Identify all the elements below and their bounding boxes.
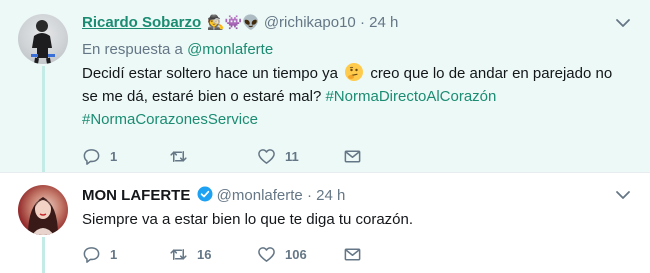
tweet-header: MON LAFERTE @monlaferte · 24 h <box>82 186 345 204</box>
thread-line <box>42 66 45 172</box>
like-button[interactable]: 11 <box>257 146 299 166</box>
retweet-icon <box>170 150 187 162</box>
reply-button[interactable]: 1 <box>82 244 117 264</box>
tweet-mon-laferte[interactable]: MON LAFERTE @monlaferte · 24 h Siempre v… <box>0 172 650 273</box>
direct-message-button[interactable] <box>343 244 362 264</box>
thread-line <box>42 237 45 273</box>
timestamp[interactable]: · 24 h <box>307 187 345 204</box>
verified-badge-icon <box>197 186 212 202</box>
direct-message-button[interactable] <box>343 146 362 166</box>
reply-icon <box>83 246 100 263</box>
timestamp[interactable]: · 24 h <box>360 14 398 31</box>
chevron-down-icon[interactable] <box>614 186 632 204</box>
chevron-down-icon[interactable] <box>614 14 632 32</box>
retweet-button[interactable] <box>169 146 197 166</box>
heart-icon <box>258 148 275 164</box>
reply-button[interactable]: 1 <box>82 146 117 166</box>
reply-count: 1 <box>110 148 118 164</box>
thinking-face-icon <box>345 63 364 81</box>
reply-prefix: En respuesta a <box>82 41 183 58</box>
hashtag-link[interactable]: #NormaDirectoAlCorazón <box>325 88 496 105</box>
tweet-ricardo[interactable]: Ricardo Sobarzo 🕵👾👽 @richikapo10 · 24 h … <box>0 0 650 172</box>
like-button[interactable]: 106 <box>257 244 307 264</box>
reply-mention-link[interactable]: @monlaferte <box>187 41 273 58</box>
envelope-icon <box>344 248 361 260</box>
reply-icon <box>83 148 100 165</box>
name-emojis: 🕵👾👽 <box>207 14 260 30</box>
hashtag-link[interactable]: #NormaCorazonesService <box>82 111 258 128</box>
tweet-text-part1: Decidí estar soltero hace un tiempo ya <box>82 65 338 82</box>
retweet-button[interactable]: 16 <box>169 244 211 264</box>
reply-count: 1 <box>110 246 118 262</box>
reply-context: En respuesta a @monlaferte <box>82 41 273 58</box>
author-name[interactable]: MON LAFERTE <box>82 187 190 204</box>
author-name[interactable]: Ricardo Sobarzo <box>82 14 201 31</box>
tweet-text: Decidí estar soltero hace un tiempo ya c… <box>82 62 627 131</box>
author-handle[interactable]: @monlaferte <box>217 187 303 204</box>
author-handle[interactable]: @richikapo10 <box>264 14 356 31</box>
avatar[interactable] <box>18 14 68 64</box>
like-count: 106 <box>285 246 307 262</box>
envelope-icon <box>344 150 361 162</box>
retweet-icon <box>170 248 187 260</box>
avatar[interactable] <box>18 185 68 235</box>
heart-icon <box>258 246 275 262</box>
retweet-count: 16 <box>197 246 212 262</box>
tweet-header: Ricardo Sobarzo 🕵👾👽 @richikapo10 · 24 h <box>82 14 398 31</box>
like-count: 11 <box>285 148 299 164</box>
tweet-text: Siempre va a estar bien lo que te diga t… <box>82 211 414 228</box>
